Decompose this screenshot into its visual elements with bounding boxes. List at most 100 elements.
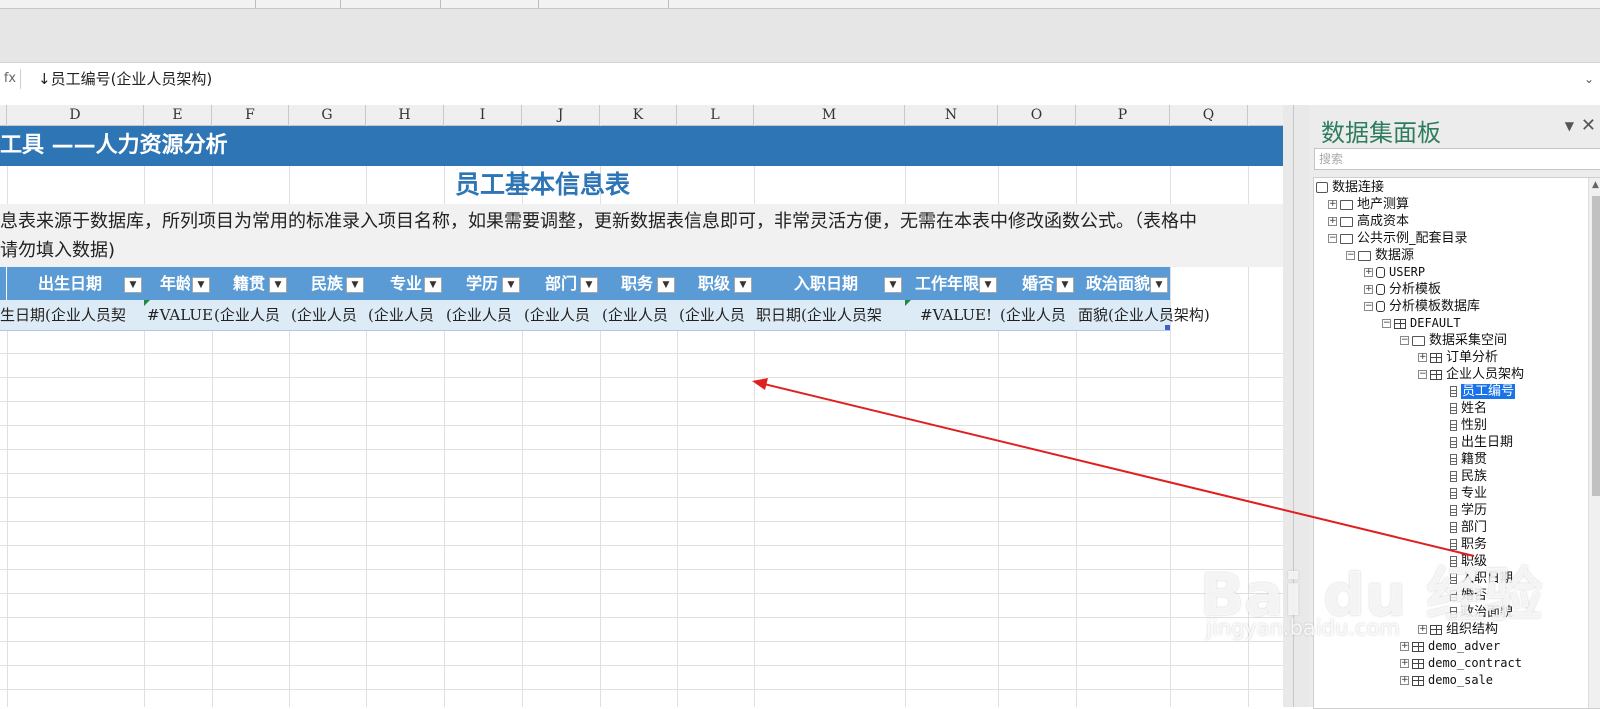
tree-node[interactable]: 学历: [1450, 502, 1487, 519]
expand-icon[interactable]: +: [1328, 200, 1337, 209]
tree-node[interactable]: + 分析模板: [1364, 281, 1441, 298]
fx-button[interactable]: fx: [0, 69, 21, 89]
table-resize-handle[interactable]: [1165, 325, 1170, 330]
column-header-m[interactable]: M: [754, 105, 905, 125]
panel-menu-icon[interactable]: ▼: [1565, 119, 1574, 133]
tree-node[interactable]: 专业: [1450, 485, 1487, 502]
table-header-cell[interactable]: 工作年限 ▼: [905, 267, 998, 300]
table-cell[interactable]: #VALUE!: [920, 300, 998, 330]
expand-icon[interactable]: +: [1400, 642, 1409, 651]
chevron-down-icon[interactable]: ⌄: [1584, 63, 1594, 95]
tree-node[interactable]: 员工编号: [1450, 383, 1516, 400]
tree-node[interactable]: + 高成资本: [1328, 213, 1409, 230]
collapse-icon[interactable]: −: [1364, 302, 1373, 311]
formula-input[interactable]: ↓员工编号(企业人员架构): [38, 63, 212, 95]
table-header-cell[interactable]: [0, 267, 7, 300]
tree-node[interactable]: − 数据源: [1346, 247, 1414, 264]
table-header-cell[interactable]: 出生日期 ▼: [7, 267, 144, 300]
column-header-k[interactable]: K: [600, 105, 677, 125]
column-header-p[interactable]: P: [1076, 105, 1170, 125]
expand-icon[interactable]: +: [1418, 353, 1427, 362]
notes-band[interactable]: 息表来源于数据库，所列项目为常用的标准录入项目名称，如果需要调整，更新数据表信息…: [0, 204, 1283, 267]
table-header-cell[interactable]: 职务 ▼: [600, 267, 677, 300]
tree-node[interactable]: − 分析模板数据库: [1364, 298, 1480, 315]
tree-node[interactable]: 姓名: [1450, 400, 1487, 417]
tree-node[interactable]: 籍贯: [1450, 451, 1487, 468]
column-header-q[interactable]: Q: [1170, 105, 1248, 125]
table-header-cell[interactable]: 职级 ▼: [677, 267, 754, 300]
title-band[interactable]: 工具 ——人力资源分析: [0, 126, 1283, 166]
tree-node[interactable]: + 订单分析: [1418, 349, 1498, 366]
collapse-icon[interactable]: −: [1418, 370, 1427, 379]
table-cell[interactable]: (企业人员: [446, 300, 522, 330]
table-header-cell[interactable]: 年龄 ▼: [144, 267, 212, 300]
filter-dropdown-button[interactable]: ▼: [979, 277, 997, 293]
column-header-g[interactable]: G: [289, 105, 366, 125]
table-cell[interactable]: (企业人员: [1000, 300, 1076, 330]
column-header-l[interactable]: L: [677, 105, 754, 125]
tree-node[interactable]: 数据连接: [1316, 179, 1384, 196]
expand-icon[interactable]: +: [1400, 676, 1409, 685]
column-header[interactable]: [0, 105, 7, 125]
tree-node[interactable]: 性别: [1450, 417, 1487, 434]
column-header-n[interactable]: N: [905, 105, 998, 125]
table-header-cell[interactable]: 婚否 ▼: [998, 267, 1076, 300]
table-header-cell[interactable]: 部门 ▼: [522, 267, 600, 300]
tree-node[interactable]: 民族: [1450, 468, 1487, 485]
search-input[interactable]: 搜索: [1314, 148, 1600, 170]
table-cell[interactable]: (企业人员: [679, 300, 754, 330]
expand-icon[interactable]: +: [1400, 659, 1409, 668]
close-icon[interactable]: ✕: [1581, 115, 1596, 136]
collapse-icon[interactable]: −: [1328, 234, 1337, 243]
filter-dropdown-button[interactable]: ▼: [192, 277, 210, 293]
filter-dropdown-button[interactable]: ▼: [884, 277, 902, 293]
tree-node[interactable]: + USERP: [1364, 264, 1425, 281]
filter-dropdown-button[interactable]: ▼: [269, 277, 287, 293]
table-header-cell[interactable]: 专业 ▼: [366, 267, 444, 300]
tree-node[interactable]: + 地产测算: [1328, 196, 1409, 213]
table-cell[interactable]: #VALUE!: [147, 300, 212, 330]
filter-dropdown-button[interactable]: ▼: [1150, 277, 1168, 293]
filter-dropdown-button[interactable]: ▼: [346, 277, 364, 293]
filter-dropdown-button[interactable]: ▼: [657, 277, 675, 293]
table-header-cell[interactable]: 学历 ▼: [444, 267, 522, 300]
column-header-e[interactable]: E: [144, 105, 212, 125]
column-header-o[interactable]: O: [998, 105, 1076, 125]
filter-dropdown-button[interactable]: ▼: [580, 277, 598, 293]
column-header-h[interactable]: H: [366, 105, 444, 125]
tree-node[interactable]: − 企业人员架构: [1418, 366, 1524, 383]
column-header-i[interactable]: I: [444, 105, 522, 125]
table-cell[interactable]: 生日期(企业人员契: [0, 300, 144, 330]
table-header-cell[interactable]: 入职日期 ▼: [754, 267, 905, 300]
tree-node[interactable]: + demo_sale: [1400, 672, 1493, 689]
collapse-icon[interactable]: −: [1400, 336, 1409, 345]
filter-dropdown-button[interactable]: ▼: [424, 277, 442, 293]
expand-icon[interactable]: +: [1364, 285, 1373, 294]
column-header-f[interactable]: F: [212, 105, 289, 125]
tree-node[interactable]: + demo_adver: [1400, 638, 1500, 655]
spreadsheet-grid[interactable]: D E F G H I J K L M N O P Q 工具 ——人力资源分析: [0, 105, 1283, 707]
table-header-cell[interactable]: 籍贯 ▼: [212, 267, 289, 300]
sheet-title[interactable]: 员工基本信息表: [0, 167, 1085, 203]
tree-node[interactable]: 出生日期: [1450, 434, 1513, 451]
table-cell[interactable]: 职日期(企业人员架: [756, 300, 905, 330]
table-cell[interactable]: (企业人员: [602, 300, 677, 330]
filter-dropdown-button[interactable]: ▼: [1056, 277, 1074, 293]
column-header-j[interactable]: J: [522, 105, 600, 125]
column-header-d[interactable]: D: [7, 105, 144, 125]
expand-icon[interactable]: +: [1364, 268, 1373, 277]
table-cell[interactable]: (企业人员: [214, 300, 289, 330]
table-cell[interactable]: (企业人员: [291, 300, 366, 330]
tree-node[interactable]: 部门: [1450, 519, 1487, 536]
filter-dropdown-button[interactable]: ▼: [502, 277, 520, 293]
expand-icon[interactable]: +: [1328, 217, 1337, 226]
filter-dropdown-button[interactable]: ▼: [124, 277, 142, 293]
scrollbar-thumb[interactable]: [1592, 196, 1600, 496]
tree-node[interactable]: − DEFAULT: [1382, 315, 1461, 332]
collapse-icon[interactable]: −: [1346, 251, 1355, 260]
tree-node[interactable]: − 公共示例_配套目录: [1328, 230, 1468, 247]
collapse-icon[interactable]: −: [1382, 319, 1391, 328]
table-cell[interactable]: (企业人员: [524, 300, 600, 330]
table-cell[interactable]: (企业人员: [368, 300, 444, 330]
tree-node[interactable]: − 数据采集空间: [1400, 332, 1507, 349]
